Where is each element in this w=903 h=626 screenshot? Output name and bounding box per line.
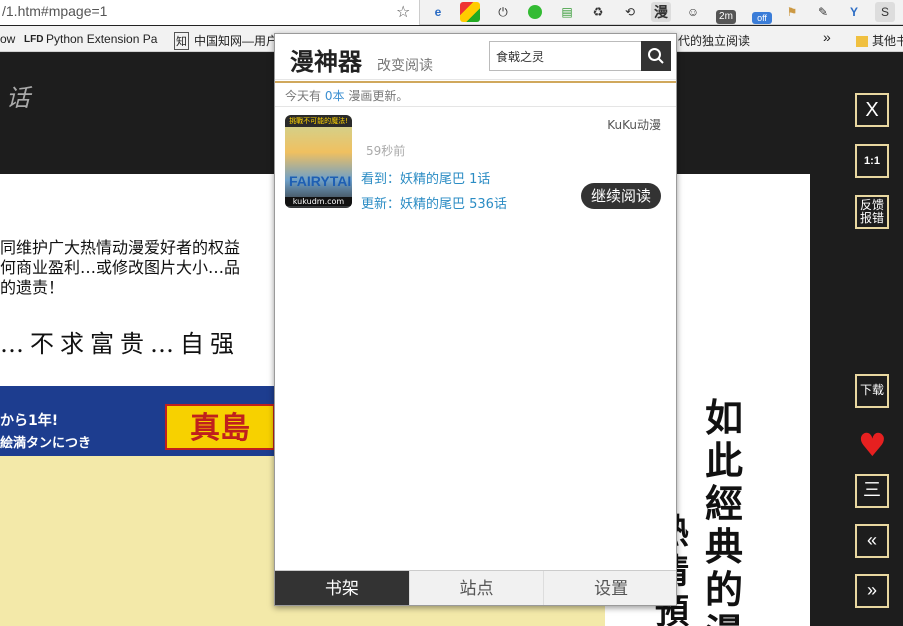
continue-reading-button[interactable]: 继续阅读 [581,183,661,209]
y-icon[interactable]: Y [844,2,864,22]
s-icon[interactable]: S [875,2,895,22]
power-icon[interactable]: ⏻ [493,2,513,22]
cover-band-text: 絵満タンにつき [0,436,92,451]
edge-icon[interactable]: e [428,2,448,22]
download-button[interactable]: 下载 [855,374,889,408]
thumb-caption: 挑戰不可能的魔法! [285,115,352,127]
feedback-button[interactable]: 反馈 报错 [855,195,889,229]
ninja-icon[interactable]: ☺ [683,2,703,22]
more-bookmarks-icon[interactable]: » [823,29,831,45]
bookmark-folder[interactable]: 其他书 [856,32,903,49]
close-button[interactable]: X [855,93,889,127]
bookmark-icon: 知 [174,32,189,50]
tab-sites[interactable]: 站点 [409,571,545,605]
read-time: 59秒前 [366,144,406,158]
latest-chapter-link[interactable]: 更新：妖精的尾巴 536话 [361,193,507,212]
tab-bookshelf[interactable]: 书架 [275,571,410,605]
bookmark-item[interactable]: ow [0,32,15,46]
recycle-icon[interactable]: ♻ [588,2,608,22]
manga-icon[interactable]: 漫 [651,2,671,22]
browser-toolbar: /1.htm#mpage=1 ☆ e ⏻ ▤ ♻ ⟲ 漫 ☺ 2m off ⚑ … [0,0,903,25]
brand-tagline: 改变阅读 [377,58,433,74]
thumb-url: kukudm.com [285,197,352,206]
heart-icon[interactable]: ♥ [858,426,887,464]
last-read-link[interactable]: 看到：妖精的尾巴 1话 [361,168,490,187]
extension-popup: 漫神器 改变阅读 今天有 0本 漫画更新。 挑戰不可能的魔法! FAIRYTAI… [274,33,677,606]
cover-band-text: から1年! [0,413,59,429]
2m-icon[interactable]: 2m [716,10,736,24]
refresh-icon[interactable]: ⟲ [620,2,640,22]
info-prefix: 今天有 [285,89,322,103]
manga-cover-thumbnail[interactable]: 挑戰不可能的魔法! FAIRYTAIL kukudm.com [285,115,352,208]
tab-settings[interactable]: 设置 [544,571,676,605]
comic-slogan: …不求富贵…自强 [0,330,240,358]
brand-logo: 漫神器 [290,47,362,76]
popup-header: 漫神器 改变阅读 [275,34,676,80]
prev-page-button[interactable]: « [855,524,889,558]
bookshelf-item: 挑戰不可能的魔法! FAIRYTAIL kukudm.com KuKu动漫 59… [285,115,665,215]
chapter-title: 话 [6,84,30,112]
source-site: KuKu动漫 [607,118,661,132]
eyedropper-icon[interactable]: ✎ [813,2,833,22]
record-icon[interactable] [525,2,545,22]
update-info: 今天有 0本 漫画更新。 [275,81,676,107]
popup-tabs: 书架 站点 设置 [275,570,676,605]
bookmark-item[interactable]: 代的独立阅读 [678,32,750,49]
thumb-logo: FAIRYTAIL [289,173,352,189]
actual-size-button[interactable]: 1:1 [855,144,889,178]
search-button[interactable] [641,41,671,71]
vertical-text: 如此經典的漫 [705,395,744,626]
cover-title: 真島 [165,404,275,450]
address-bar[interactable]: /1.htm#mpage=1 [0,0,420,25]
search-icon [648,48,664,64]
folder-icon [856,36,868,48]
search-input[interactable] [489,41,642,71]
comic-text-line: 的遗责！ [0,278,65,297]
flag-icon[interactable]: ⚑ [782,2,802,22]
doc-icon[interactable]: ▤ [557,2,577,22]
folder-label: 其他书 [872,34,903,48]
off-icon[interactable]: off [752,12,772,24]
update-count[interactable]: 0本 [325,89,345,103]
info-suffix: 漫画更新。 [348,89,409,103]
menu-button[interactable]: 三 [855,474,889,508]
next-page-button[interactable]: » [855,574,889,608]
bookmark-item[interactable]: Python Extension Pa [46,32,157,46]
bookmark-star-icon[interactable]: ☆ [396,2,410,21]
chrome-icon[interactable] [460,2,480,22]
bookmark-icon: LFD [24,34,44,45]
bookmark-item[interactable]: 中国知网—用户 [194,32,278,49]
